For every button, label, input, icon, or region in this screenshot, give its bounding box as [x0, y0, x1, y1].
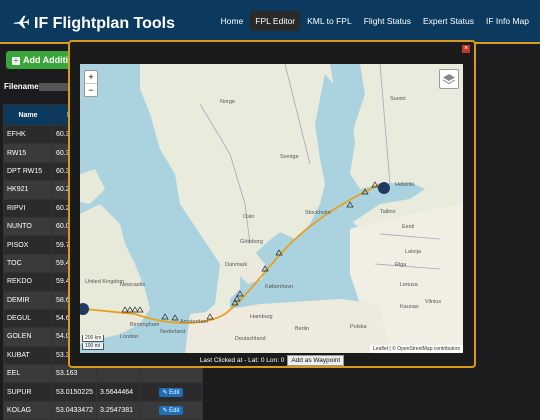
map-label: Birmingham: [130, 322, 160, 328]
cell-name: DEMIR: [3, 290, 53, 310]
map-label: Nederland: [160, 329, 186, 335]
map-label: København: [265, 284, 294, 290]
map-label: London: [120, 334, 139, 340]
map-label: Helsinki: [395, 182, 415, 188]
edit-icon: ✎: [162, 408, 170, 415]
cell-name: TOC: [3, 253, 53, 274]
cell-actions: ✎ Edit: [138, 382, 204, 402]
last-clicked-text: Last Clicked at - Lat: 0 Lon: 0: [199, 357, 285, 364]
zoom-control: + −: [84, 70, 98, 97]
nav-menu: Home FPL Editor KML to FPL Flight Status…: [216, 11, 534, 31]
cell-name: GOLEN: [3, 327, 53, 347]
nav-fpl-editor[interactable]: FPL Editor: [250, 11, 301, 31]
cell-lon: 3.2547381: [95, 400, 140, 420]
map-label: Kaunas: [400, 304, 419, 310]
map-label: Amsterdam: [180, 319, 209, 325]
edit-button[interactable]: ✎ Edit: [159, 387, 183, 397]
map-label: Hamburg: [250, 314, 273, 320]
map-label: Oslo: [243, 214, 255, 220]
cell-name: NUNTO: [3, 216, 53, 237]
zoom-out-button[interactable]: −: [85, 83, 97, 96]
map-label: Tallinn: [380, 209, 396, 215]
edit-label: Edit: [169, 408, 180, 415]
departure-airport-icon: [378, 182, 390, 194]
map-status-bar: Last Clicked at - Lat: 0 Lon: 0 Add as Wa…: [70, 355, 474, 366]
nav-expert-status[interactable]: Expert Status: [418, 11, 479, 31]
nav-kml-to-fpl[interactable]: KML to FPL: [302, 11, 357, 31]
nav-if-info-map[interactable]: IF Info Map: [481, 11, 534, 31]
close-icon[interactable]: ×: [462, 45, 470, 53]
add-as-waypoint-button[interactable]: Add as Waypoint: [287, 355, 345, 366]
map-label: Danmark: [225, 262, 248, 268]
edit-button[interactable]: ✎ Edit: [159, 406, 183, 416]
map-label: Newcastle: [120, 282, 146, 288]
plane-icon: [13, 15, 30, 29]
cell-lon: 3.5644464: [95, 382, 140, 402]
cell-actions: ✎ Edit: [138, 400, 204, 420]
cell-lat: 53.0433472: [52, 400, 97, 420]
brand[interactable]: IF Flightplan Tools: [12, 13, 175, 33]
map-label: Norge: [220, 99, 235, 105]
waypoint-marker: [236, 290, 244, 297]
cell-name: DPT RW15: [3, 161, 53, 182]
map-label: Polska: [350, 324, 367, 330]
map-modal: × Norge Sverige Suomi Eesti Latvija Liet…: [68, 40, 476, 368]
add-waypoint-button[interactable]: + Add Additi: [6, 51, 75, 69]
cell-name: REKDO: [3, 272, 53, 292]
cell-name: EEL: [3, 364, 53, 384]
map-label: Eesti: [402, 224, 415, 230]
map-label: Berlin: [295, 326, 310, 332]
edit-label: Edit: [169, 389, 180, 396]
col-name: Name: [3, 104, 53, 126]
cell-name: KOLAG: [3, 400, 53, 420]
map-label: Latvija: [405, 249, 421, 255]
nav-flight-status[interactable]: Flight Status: [359, 11, 416, 31]
cell-name: SUPUR: [3, 382, 53, 402]
cell-name: RIPVI: [3, 198, 53, 218]
cell-name: RW15: [3, 143, 53, 163]
map-scale: 200 km 100 mi: [82, 335, 105, 351]
app-title: IF Flightplan Tools: [34, 15, 176, 32]
add-button-label: Add Additi: [23, 55, 69, 65]
cell-name: EFHK: [3, 124, 53, 145]
layers-glyph: [442, 74, 456, 85]
table-row: SUPUR 53.0150225 3.5644464 ✎ Edit: [3, 382, 204, 402]
cell-name: DEGUL: [3, 308, 53, 329]
cell-name: PISOX: [3, 235, 53, 255]
map-label: Deutschland: [235, 336, 266, 342]
map-label: United Kingdom: [85, 279, 125, 285]
map-label: Sverige: [280, 154, 299, 160]
scale-metric: 200 km: [82, 335, 105, 342]
zoom-in-button[interactable]: +: [85, 71, 97, 83]
map-label: Göteborg: [240, 239, 263, 245]
filename-label: Filename:: [4, 82, 42, 91]
land-ireland-gb-north: [80, 169, 105, 204]
plus-icon: +: [12, 56, 20, 65]
route-map[interactable]: Norge Sverige Suomi Eesti Latvija Lietuv…: [80, 64, 463, 353]
scale-imperial: 100 mi: [82, 343, 105, 350]
map-label: Suomi: [390, 96, 406, 102]
cell-name: KUBAT: [3, 345, 53, 366]
cell-name: HK921: [3, 180, 53, 200]
map-attribution[interactable]: Leaflet | © OpenStreetMap contributors: [370, 345, 463, 353]
nav-home[interactable]: Home: [216, 11, 249, 31]
map-label: Lietuva: [400, 282, 418, 288]
cell-lat: 53.0150225: [52, 382, 97, 402]
map-label: Stockholm: [305, 210, 331, 216]
waypoint-marker: [171, 314, 179, 321]
map-label: Riga: [395, 262, 407, 268]
layers-icon[interactable]: [439, 69, 459, 89]
map-label: Vilnius: [425, 299, 442, 305]
table-row: KOLAG 53.0433472 3.2547381 ✎ Edit: [3, 400, 204, 420]
navbar: IF Flightplan Tools Home FPL Editor KML …: [0, 0, 540, 44]
waypoint-marker: [161, 313, 169, 320]
